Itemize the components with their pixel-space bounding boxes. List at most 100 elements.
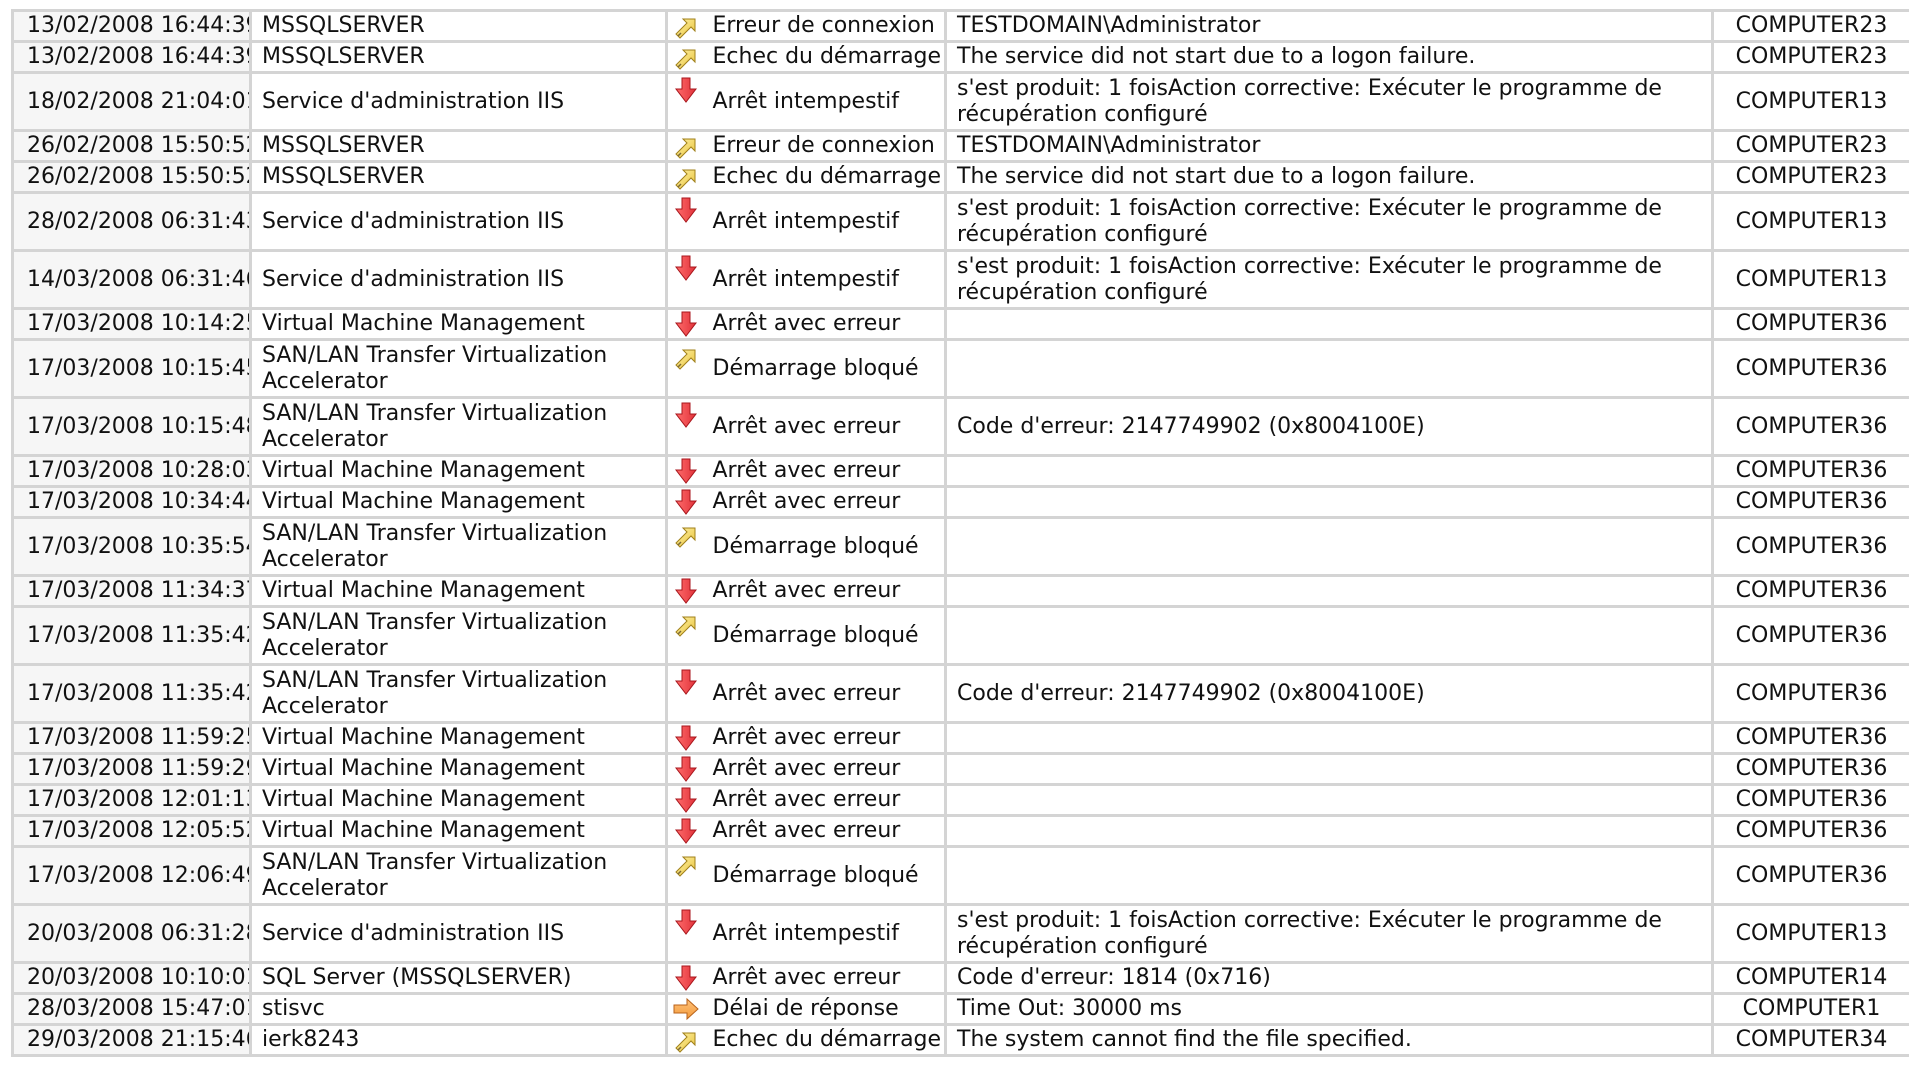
table-row[interactable]: 29/03/2008 21:15:46 ierk8243 Echec du dé…	[11, 1023, 1909, 1057]
date-cell: 13/02/2008 16:44:39	[11, 40, 252, 74]
right-arrow-icon	[672, 997, 700, 1022]
computer-cell: COMPUTER23	[1711, 40, 1909, 74]
event-icon-cell	[665, 396, 709, 457]
computer-cell: COMPUTER36	[1711, 574, 1909, 608]
computer-cell: COMPUTER36	[1711, 814, 1909, 848]
event-icon-cell	[665, 338, 709, 399]
warning-arrow-icon	[672, 850, 700, 878]
date-cell: 17/03/2008 11:35:42	[11, 663, 252, 724]
table-row[interactable]: 17/03/2008 10:34:44 Virtual Machine Mana…	[11, 485, 1909, 519]
service-cell: SAN/LAN Transfer Virtualization Accelera…	[249, 845, 668, 906]
table-row[interactable]: 17/03/2008 10:28:03 Virtual Machine Mana…	[11, 454, 1909, 488]
table-row[interactable]: 17/03/2008 12:05:52 Virtual Machine Mana…	[11, 814, 1909, 848]
computer-cell: COMPUTER23	[1711, 129, 1909, 163]
detail-cell	[944, 485, 1714, 519]
table-row[interactable]: 20/03/2008 10:10:01 SQL Server (MSSQLSER…	[11, 961, 1909, 995]
table-row[interactable]: 26/02/2008 15:50:52 MSSQLSERVER Echec du…	[11, 160, 1909, 194]
table-row[interactable]: 26/02/2008 15:50:52 MSSQLSERVER Erreur d…	[11, 129, 1909, 163]
event-type-cell: Démarrage bloqué	[708, 338, 947, 399]
event-icon-cell	[665, 307, 709, 341]
service-cell: stisvc	[249, 992, 668, 1026]
table-row[interactable]: 18/02/2008 21:04:01 Service d'administra…	[11, 71, 1909, 132]
table-row[interactable]: 17/03/2008 12:01:13 Virtual Machine Mana…	[11, 783, 1909, 817]
table-row[interactable]: 17/03/2008 11:59:29 Virtual Machine Mana…	[11, 752, 1909, 786]
table-row[interactable]: 17/03/2008 10:35:54 SAN/LAN Transfer Vir…	[11, 516, 1909, 577]
computer-cell: COMPUTER23	[1711, 160, 1909, 194]
date-cell: 17/03/2008 10:28:03	[11, 454, 252, 488]
service-cell: Virtual Machine Management	[249, 752, 668, 786]
event-type-cell: Arrêt avec erreur	[708, 396, 947, 457]
event-type-cell: Démarrage bloqué	[708, 516, 947, 577]
service-cell: SAN/LAN Transfer Virtualization Accelera…	[249, 605, 668, 666]
down-arrow-icon	[672, 787, 700, 813]
service-cell: SQL Server (MSSQLSERVER)	[249, 961, 668, 995]
table-row[interactable]: 13/02/2008 16:44:39 MSSQLSERVER Echec du…	[11, 40, 1909, 74]
event-type-cell: Arrêt avec erreur	[708, 663, 947, 724]
table-row[interactable]: 20/03/2008 06:31:28 Service d'administra…	[11, 903, 1909, 964]
table-row[interactable]: 17/03/2008 11:34:37 Virtual Machine Mana…	[11, 574, 1909, 608]
computer-cell: COMPUTER13	[1711, 71, 1909, 132]
table-row[interactable]: 17/03/2008 11:59:25 Virtual Machine Mana…	[11, 721, 1909, 755]
table-row[interactable]: 17/03/2008 10:15:45 SAN/LAN Transfer Vir…	[11, 338, 1909, 399]
service-cell: Service d'administration IIS	[249, 903, 668, 964]
service-cell: Virtual Machine Management	[249, 574, 668, 608]
event-type-cell: Arrêt avec erreur	[708, 721, 947, 755]
table-row[interactable]: 28/03/2008 15:47:01 stisvc Délai de répo…	[11, 992, 1909, 1026]
date-cell: 17/03/2008 10:34:44	[11, 485, 252, 519]
date-cell: 20/03/2008 06:31:28	[11, 903, 252, 964]
event-icon-cell	[665, 992, 709, 1026]
date-cell: 26/02/2008 15:50:52	[11, 129, 252, 163]
computer-cell: COMPUTER36	[1711, 783, 1909, 817]
table-row[interactable]: 13/02/2008 16:44:39 MSSQLSERVER Erreur d…	[11, 9, 1909, 43]
table-row[interactable]: 14/03/2008 06:31:46 Service d'administra…	[11, 249, 1909, 310]
date-cell: 28/03/2008 15:47:01	[11, 992, 252, 1026]
table-row[interactable]: 17/03/2008 10:14:25 Virtual Machine Mana…	[11, 307, 1909, 341]
detail-cell	[944, 516, 1714, 577]
event-icon-cell	[665, 574, 709, 608]
service-cell: SAN/LAN Transfer Virtualization Accelera…	[249, 396, 668, 457]
warning-arrow-icon	[672, 343, 700, 371]
computer-cell: COMPUTER36	[1711, 307, 1909, 341]
down-arrow-icon	[672, 668, 700, 696]
down-arrow-icon	[672, 254, 700, 282]
date-cell: 20/03/2008 10:10:01	[11, 961, 252, 995]
down-arrow-icon	[672, 458, 700, 484]
table-row[interactable]: 17/03/2008 10:15:48 SAN/LAN Transfer Vir…	[11, 396, 1909, 457]
event-type-cell: Arrêt intempestif	[708, 191, 947, 252]
detail-cell: s'est produit: 1 foisAction corrective: …	[944, 191, 1714, 252]
event-type-cell: Echec du démarrage	[708, 40, 947, 74]
computer-cell: COMPUTER34	[1711, 1023, 1909, 1057]
date-cell: 17/03/2008 10:14:25	[11, 307, 252, 341]
down-arrow-icon	[672, 311, 700, 337]
event-log-rows: 13/02/2008 16:44:39 MSSQLSERVER Erreur d…	[11, 9, 1909, 1057]
event-type-cell: Arrêt avec erreur	[708, 485, 947, 519]
event-type-cell: Echec du démarrage	[708, 160, 947, 194]
event-icon-cell	[665, 249, 709, 310]
warning-arrow-icon	[672, 45, 700, 70]
date-cell: 17/03/2008 10:15:48	[11, 396, 252, 457]
event-type-cell: Arrêt avec erreur	[708, 961, 947, 995]
table-row[interactable]: 17/03/2008 11:35:42 SAN/LAN Transfer Vir…	[11, 663, 1909, 724]
warning-arrow-icon	[672, 1028, 700, 1053]
service-cell: ierk8243	[249, 1023, 668, 1057]
event-type-cell: Arrêt avec erreur	[708, 752, 947, 786]
warning-arrow-icon	[672, 165, 700, 190]
event-icon-cell	[665, 663, 709, 724]
detail-cell: Code d'erreur: 2147749902 (0x8004100E)	[944, 396, 1714, 457]
computer-cell: COMPUTER36	[1711, 516, 1909, 577]
event-icon-cell	[665, 783, 709, 817]
warning-arrow-icon	[672, 134, 700, 159]
date-cell: 17/03/2008 12:05:52	[11, 814, 252, 848]
table-row[interactable]: 17/03/2008 12:06:49 SAN/LAN Transfer Vir…	[11, 845, 1909, 906]
down-arrow-icon	[672, 725, 700, 751]
service-cell: Virtual Machine Management	[249, 485, 668, 519]
event-icon-cell	[665, 845, 709, 906]
computer-cell: COMPUTER36	[1711, 338, 1909, 399]
computer-cell: COMPUTER23	[1711, 9, 1909, 43]
table-row[interactable]: 17/03/2008 11:35:42 SAN/LAN Transfer Vir…	[11, 605, 1909, 666]
service-cell: MSSQLSERVER	[249, 160, 668, 194]
warning-arrow-icon	[672, 14, 700, 39]
table-row[interactable]: 28/02/2008 06:31:43 Service d'administra…	[11, 191, 1909, 252]
detail-cell: Code d'erreur: 2147749902 (0x8004100E)	[944, 663, 1714, 724]
detail-cell	[944, 721, 1714, 755]
